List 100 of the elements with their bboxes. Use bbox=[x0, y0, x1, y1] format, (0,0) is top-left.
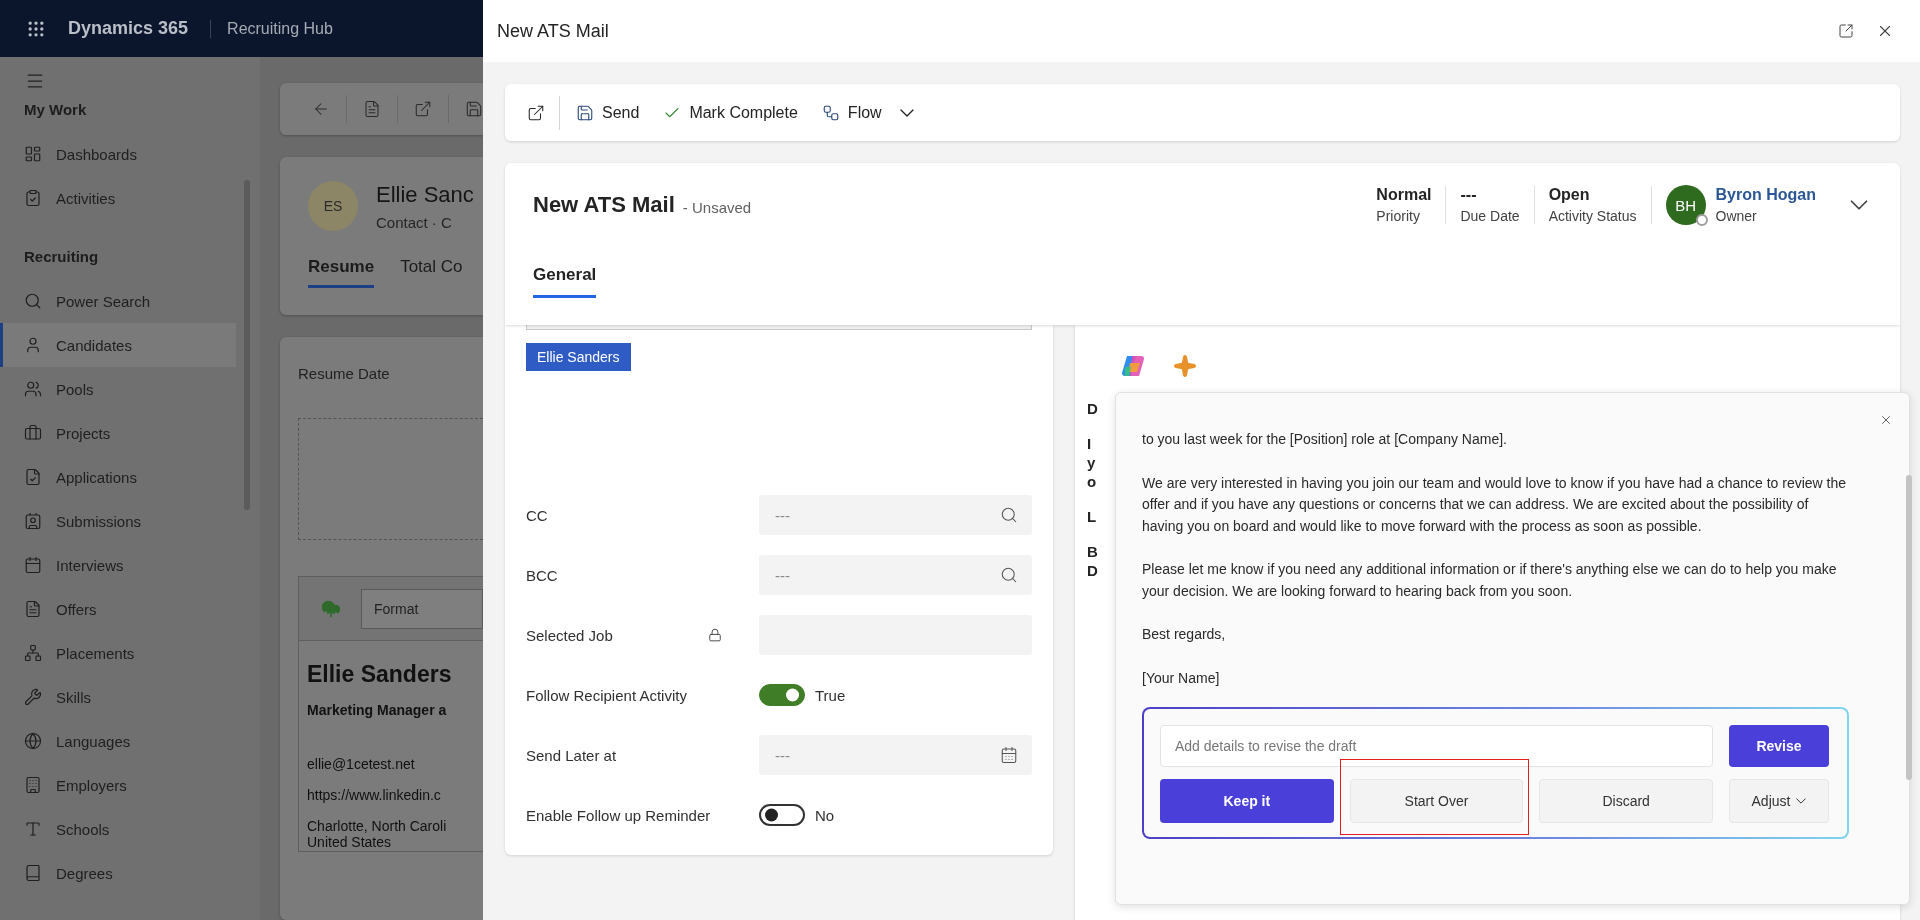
nav-icon bbox=[24, 688, 42, 706]
lookup-field[interactable]: --- bbox=[759, 555, 1032, 595]
resume-title: Marketing Manager a bbox=[307, 702, 448, 718]
sidebar-item[interactable]: Skills bbox=[0, 675, 236, 719]
email-text-fragment: B bbox=[1087, 542, 1099, 561]
field-label: CC bbox=[526, 506, 548, 524]
record-name: Ellie Sanc bbox=[376, 181, 474, 208]
sparkle-icon[interactable] bbox=[1173, 354, 1197, 378]
sidebar-item[interactable]: Candidates bbox=[0, 323, 236, 367]
sidebar-item[interactable]: Power Search bbox=[0, 279, 236, 323]
search-icon[interactable] bbox=[1000, 566, 1018, 584]
draft-action-button[interactable]: Adjust bbox=[1729, 779, 1829, 823]
draft-action-button[interactable]: Keep it bbox=[1160, 779, 1334, 823]
close-icon bbox=[1879, 413, 1893, 427]
sidebar-item[interactable]: Activities bbox=[0, 176, 236, 220]
nav-icon bbox=[24, 820, 42, 838]
sidebar-item[interactable]: Pools bbox=[0, 367, 236, 411]
nav-icon bbox=[24, 732, 42, 750]
field-label: Resume Date bbox=[298, 365, 391, 382]
document-icon[interactable] bbox=[363, 100, 381, 118]
record-subtitle: Contact · C bbox=[376, 213, 453, 231]
chevron-down-icon bbox=[1796, 798, 1807, 804]
draft-paragraph: We are very interested in having you join our team and would love to know if you have had a chance to review the offer and if you have any questions or concerns that we can address. We are excited about the possibility of having you on board and would like to move forward with the process as soon as possible. bbox=[1142, 473, 1847, 536]
header-value: --- bbox=[1460, 186, 1478, 204]
calendar-icon[interactable] bbox=[1000, 746, 1018, 764]
sidebar-item[interactable]: Schools bbox=[0, 807, 236, 851]
nav-icon bbox=[24, 512, 42, 530]
revise-button[interactable]: Revise bbox=[1729, 725, 1829, 767]
nav-icon bbox=[24, 600, 42, 618]
record-tab[interactable]: Total Co bbox=[400, 257, 463, 288]
popout-icon[interactable] bbox=[414, 100, 432, 118]
nav-icon bbox=[24, 776, 42, 794]
sidebar-item[interactable]: Submissions bbox=[0, 499, 236, 543]
recipient-chip[interactable]: Ellie Sanders bbox=[526, 343, 631, 371]
draft-paragraph: [Your Name] bbox=[1142, 668, 1221, 688]
field-placeholder: --- bbox=[775, 506, 790, 524]
back-icon[interactable] bbox=[312, 100, 330, 118]
email-text-fragment: L bbox=[1087, 507, 1098, 526]
sidebar-item[interactable]: Offers bbox=[0, 587, 236, 631]
draft-paragraph: to you last week for the [Position] role at [Company Name]. bbox=[1142, 430, 1508, 449]
toolbar-button[interactable]: Send bbox=[564, 97, 652, 128]
save-status: - Unsaved bbox=[682, 197, 753, 216]
draft-action-button[interactable]: Start Over bbox=[1349, 779, 1524, 823]
nav-icon bbox=[24, 380, 42, 398]
date-field[interactable]: --- bbox=[759, 735, 1032, 775]
toggle-value: No bbox=[815, 806, 835, 824]
search-icon[interactable] bbox=[1000, 506, 1018, 524]
header-label: Activity Status bbox=[1548, 208, 1637, 224]
sidebar-item[interactable]: Placements bbox=[0, 631, 236, 675]
save-icon bbox=[576, 103, 594, 122]
sidebar-item[interactable]: Degrees bbox=[0, 851, 236, 895]
save-icon[interactable] bbox=[465, 100, 483, 118]
field-placeholder: --- bbox=[775, 746, 790, 764]
chevron-down-icon bbox=[1850, 200, 1868, 210]
header-value: Normal bbox=[1376, 186, 1432, 204]
draft-paragraph: Please let me know if you need any additional information or if there's anything else we can do to help you make your decision. We are looking forward to hearing back from you soon. bbox=[1142, 560, 1838, 601]
toolbar-button[interactable]: Mark Complete bbox=[651, 97, 810, 128]
form-title: New ATS Mail bbox=[533, 192, 675, 218]
field-label: Follow Recipient Activity bbox=[526, 686, 687, 704]
dialog-title: New ATS Mail bbox=[497, 20, 610, 42]
sidebar-item[interactable]: Employers bbox=[0, 763, 236, 807]
lock-icon bbox=[708, 628, 722, 642]
draft-action-button[interactable]: Discard bbox=[1539, 779, 1713, 823]
chevron-down-icon bbox=[899, 108, 914, 117]
form-tab[interactable]: General bbox=[533, 265, 597, 298]
sidebar-item[interactable]: Dashboards bbox=[0, 132, 236, 176]
email-text-fragment: I bbox=[1087, 434, 1093, 453]
field-label: BCC bbox=[526, 566, 558, 584]
sidebar-item[interactable]: Projects bbox=[0, 411, 236, 455]
copilot-logo-icon[interactable] bbox=[1121, 353, 1147, 379]
app-title: Dynamics 365 bbox=[68, 18, 189, 39]
popout-icon bbox=[527, 103, 545, 122]
flow-icon bbox=[821, 103, 840, 122]
scrollbar-thumb[interactable] bbox=[1906, 475, 1912, 780]
record-tab[interactable]: Resume bbox=[308, 257, 375, 288]
toggle-switch[interactable] bbox=[759, 684, 805, 706]
nav-icon bbox=[24, 292, 42, 310]
field-label: Send Later at bbox=[526, 746, 617, 764]
nav-icon bbox=[24, 424, 42, 442]
nav-icon bbox=[24, 336, 42, 354]
sidebar-item[interactable]: Applications bbox=[0, 455, 236, 499]
sidebar-item[interactable]: Languages bbox=[0, 719, 236, 763]
email-text-fragment: D bbox=[1087, 561, 1099, 580]
field-placeholder: --- bbox=[775, 566, 790, 584]
header-value: Open bbox=[1548, 186, 1591, 204]
area-title: Recruiting Hub bbox=[210, 19, 333, 38]
expand-icon bbox=[1838, 23, 1854, 39]
format-select[interactable]: Format bbox=[361, 588, 483, 629]
toolbar-button[interactable]: Flow bbox=[809, 97, 926, 128]
toggle-switch[interactable] bbox=[759, 804, 805, 826]
resume-line: ellie@1cetest.net bbox=[307, 756, 416, 773]
avatar: ES bbox=[308, 181, 358, 231]
sidebar-item[interactable]: Interviews bbox=[0, 543, 236, 587]
resume-line: https://www.linkedin.c bbox=[307, 786, 442, 804]
revise-input[interactable]: Add details to revise the draft bbox=[1160, 725, 1713, 767]
toggle-value: True bbox=[815, 686, 846, 704]
email-text-fragment: y bbox=[1087, 453, 1097, 472]
owner-link[interactable]: Byron Hogan bbox=[1715, 186, 1816, 204]
nav-icon bbox=[24, 468, 42, 486]
lookup-field[interactable]: --- bbox=[759, 495, 1032, 535]
